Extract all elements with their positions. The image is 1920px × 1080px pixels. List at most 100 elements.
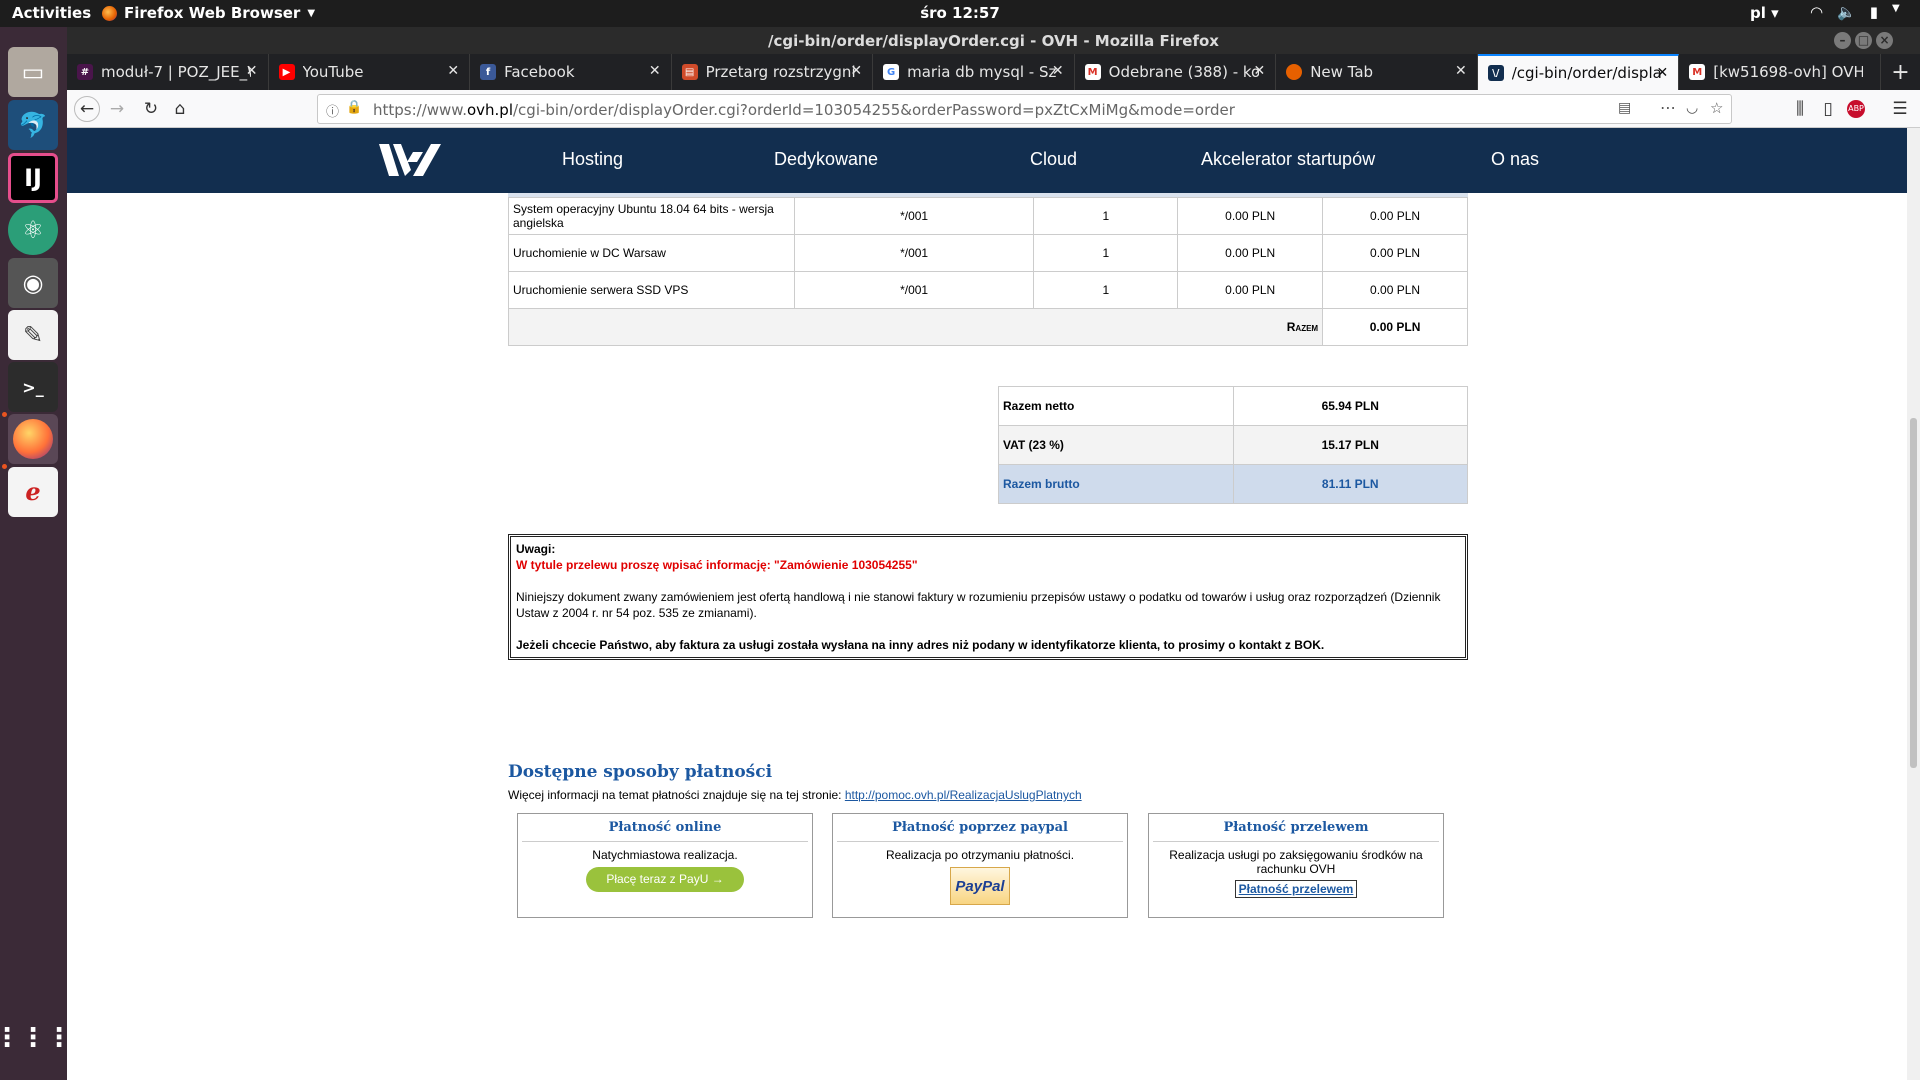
files-icon[interactable]: ▭	[8, 47, 58, 97]
nav-startup-accelerator-link[interactable]: Akcelerator startupów	[1201, 149, 1375, 170]
url-path: /cgi-bin/order/displayOrder.cgi?orderId=…	[513, 101, 1235, 119]
payment-method-title: Płatność online	[522, 820, 808, 842]
items-total-value: 0.00 PLN	[1322, 308, 1468, 346]
item-name: System operacyjny Ubuntu 18.04 64 bits -…	[508, 197, 795, 235]
dock: ▭ 🐬 IJ ⚛ ◉ ✎ >_ ℯ ⋮⋮⋮	[0, 27, 72, 1080]
firefox-icon	[1286, 64, 1303, 80]
scrollbar-thumb[interactable]	[1910, 418, 1917, 768]
back-button[interactable]: ←	[74, 96, 100, 122]
tab[interactable]: M [kw51698-ovh] OVH -	[1679, 54, 1881, 90]
activities-button[interactable]: Activities	[12, 4, 91, 22]
tab-strip: # moduł-7 | POZ_JEE_W ✕ ▶ YouTube ✕ f Fa…	[67, 54, 1920, 90]
vat-value: 15.17 PLN	[1232, 425, 1468, 465]
close-button[interactable]: ×	[1876, 32, 1893, 49]
app-menu[interactable]: Firefox Web Browser ▼	[102, 4, 315, 22]
item-quantity: 1	[1033, 234, 1179, 272]
item-name: Uruchomienie w DC Warsaw	[508, 234, 795, 272]
menu-icon[interactable]: ☰	[1887, 96, 1913, 122]
forward-button[interactable]: →	[104, 96, 130, 122]
item-name: Uruchomienie serwera SSD VPS	[508, 271, 795, 309]
sidebar-icon[interactable]: ▯	[1815, 96, 1841, 122]
payment-method-desc: Realizacja po otrzymaniu płatności.	[885, 848, 1075, 862]
payment-info: Więcej informacji na temat płatności zna…	[508, 788, 1082, 802]
firefox-icon[interactable]	[8, 414, 58, 464]
url-bar[interactable]: ⓘ 🔒 https://www.ovh.pl/cgi-bin/order/dis…	[317, 94, 1732, 124]
close-icon[interactable]: ✕	[246, 63, 258, 79]
nav-cloud-link[interactable]: Cloud	[1030, 149, 1077, 170]
reader-view-icon[interactable]: ▤	[1618, 100, 1631, 116]
tab[interactable]: ▤ Przetarg rozstrzygni ✕	[672, 54, 874, 90]
tab[interactable]: New Tab ✕	[1276, 54, 1478, 90]
keyboard-layout-indicator[interactable]: pl ▾	[1750, 4, 1779, 22]
item-period: */001	[793, 234, 1035, 272]
nav-about-link[interactable]: O nas	[1491, 149, 1539, 170]
table-row: Uruchomienie w DC Warsaw */001 1 0.00 PL…	[508, 234, 1468, 272]
tab-active[interactable]: \/ /cgi-bin/order/displa ✕	[1477, 54, 1680, 90]
show-applications-icon[interactable]: ⋮⋮⋮	[0, 1013, 72, 1063]
battery-icon: ▮	[1869, 3, 1879, 21]
items-total-row: Razem 0.00 PLN	[507, 308, 1468, 346]
tab-label: Przetarg rozstrzygni	[705, 63, 856, 81]
home-button[interactable]: ⌂	[167, 96, 193, 122]
pocket-icon[interactable]: ◡	[1686, 100, 1698, 116]
tab[interactable]: G maria db mysql - Szuk ✕	[873, 54, 1075, 90]
intellij-icon[interactable]: IJ	[8, 153, 58, 203]
nav-hosting-link[interactable]: Hosting	[562, 149, 623, 170]
nav-dedicated-link[interactable]: Dedykowane	[774, 149, 878, 170]
brutto-value: 81.11 PLN	[1232, 464, 1468, 504]
library-icon[interactable]: ⫼	[1787, 96, 1813, 122]
adblock-icon[interactable]: ABP	[1843, 96, 1869, 122]
maximize-button[interactable]: □	[1855, 32, 1872, 49]
document-viewer-icon[interactable]: ℯ	[8, 467, 58, 517]
wifi-icon: ◠	[1810, 3, 1824, 21]
close-icon[interactable]: ✕	[447, 63, 459, 79]
close-icon[interactable]: ✕	[850, 63, 862, 79]
order-notes: Uwagi: W tytule przelewu proszę wpisać i…	[508, 534, 1468, 660]
system-top-bar: Activities Firefox Web Browser ▼ śro 12:…	[0, 0, 1920, 27]
payment-method-desc: Realizacja usługi po zaksięgowaniu środk…	[1169, 848, 1423, 876]
tab[interactable]: ▶ YouTube ✕	[269, 54, 471, 90]
bookmark-star-icon[interactable]: ☆	[1710, 99, 1723, 117]
new-tab-button[interactable]: +	[1881, 54, 1920, 90]
atom-icon[interactable]: ⚛	[8, 205, 58, 255]
close-icon[interactable]: ✕	[1052, 63, 1064, 79]
tab[interactable]: # moduł-7 | POZ_JEE_W ✕	[67, 54, 269, 90]
close-icon[interactable]: ✕	[649, 63, 661, 79]
bank-transfer-button[interactable]: Płatność przelewem	[1234, 880, 1358, 898]
tab[interactable]: f Facebook ✕	[470, 54, 672, 90]
page-actions-icon[interactable]: ⋯	[1660, 98, 1676, 117]
payment-paypal-box: Płatność poprzez paypal Realizacja po ot…	[832, 813, 1128, 918]
document-icon: ▤	[681, 64, 698, 80]
close-icon[interactable]: ✕	[1253, 63, 1265, 79]
payment-methods-title: Dostępne sposoby płatności	[508, 762, 773, 782]
vat-row: VAT (23 %) 15.17 PLN	[998, 425, 1468, 465]
payment-transfer-box: Płatność przelewem Realizacja usługi po …	[1148, 813, 1444, 918]
chevron-down-icon: ▼	[307, 7, 316, 19]
app-menu-label: Firefox Web Browser	[124, 4, 301, 22]
netto-row: Razem netto 65.94 PLN	[998, 386, 1468, 426]
close-icon[interactable]: ✕	[1455, 63, 1467, 79]
ovh-logo[interactable]	[377, 140, 443, 180]
table-row: Uruchomienie serwera SSD VPS */001 1 0.0…	[508, 271, 1468, 309]
minimize-button[interactable]: –	[1834, 32, 1851, 49]
order-items-table: System operacyjny Ubuntu 18.04 64 bits -…	[507, 197, 1468, 346]
keyboard-layout-label: pl	[1750, 4, 1766, 22]
url-domain: ovh.pl	[466, 101, 513, 119]
page-scrollbar[interactable]	[1907, 128, 1920, 1080]
info-icon[interactable]: ⓘ	[326, 101, 339, 120]
tab-label: Odebrane (388) - kos	[1108, 63, 1259, 81]
mysql-workbench-icon[interactable]: 🐬	[8, 100, 58, 150]
terminal-icon[interactable]: >_	[8, 362, 58, 412]
payu-button[interactable]: Płacę teraz z PayU →	[586, 867, 744, 892]
brutto-label: Razem brutto	[998, 464, 1234, 504]
tab[interactable]: M Odebrane (388) - kos ✕	[1075, 54, 1277, 90]
item-period: */001	[793, 197, 1035, 235]
close-icon[interactable]: ✕	[1657, 65, 1669, 81]
vat-label: VAT (23 %)	[998, 425, 1234, 465]
text-editor-icon[interactable]: ✎	[8, 310, 58, 360]
payment-help-link[interactable]: http://pomoc.ovh.pl/RealizacjaUslugPlatn…	[845, 788, 1082, 802]
reload-button[interactable]: ↻	[138, 96, 164, 122]
paypal-button[interactable]: PayPal	[950, 867, 1010, 905]
camera-icon[interactable]: ◉	[8, 258, 58, 308]
system-tray[interactable]: ◠ 🔈 ▮ ▼	[1810, 3, 1900, 21]
